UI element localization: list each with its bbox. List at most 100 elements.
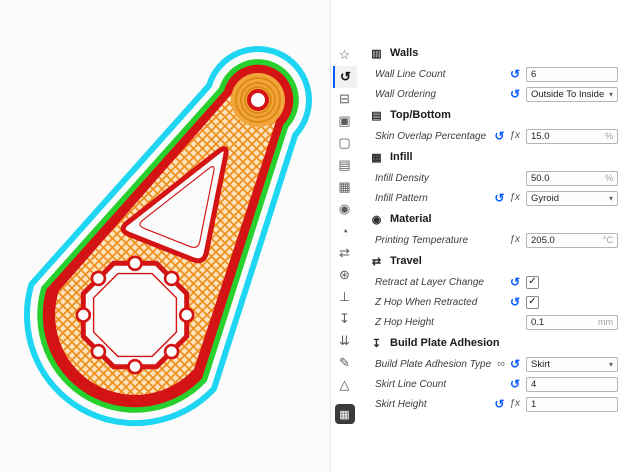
view-toggle-icon[interactable]: ▦ [335,404,355,424]
revert-arrow-icon[interactable]: ↺ [510,358,520,370]
favorites-star-icon[interactable]: ☆ [333,44,357,66]
sliced-model-preview[interactable] [0,0,330,472]
checkbox-z-hop-when-retracted[interactable]: ✓ [526,296,539,309]
unit-label: % [602,173,613,183]
setting-row-infill-density: Infill Density50.0% [358,168,628,188]
value-field-skirt-height[interactable]: 1 [526,397,618,412]
section-header-infill[interactable]: ▦ Infill [358,146,628,168]
formula-fx-icon[interactable]: ƒx [509,399,520,409]
dropdown-build-plate-adhesion-type[interactable]: Skirt▾ [526,357,618,372]
infill-category-icon[interactable]: ▦ [333,176,357,198]
dropdown-wall-ordering[interactable]: Outside To Inside▾ [526,87,618,102]
machine-icon[interactable]: ⊟ [333,88,357,110]
setting-row-z-hop-height: Z Hop Height 0.1 mm [358,312,628,332]
material-icon: ◉ [370,213,383,226]
support-icon[interactable]: ⊥ [333,286,357,308]
travel-icon: ⇄ [370,255,383,268]
setting-label: Wall Line Count [375,69,510,80]
setting-row-infill-pattern: Infill Pattern↺ ƒx Gyroid ▾ [358,188,628,208]
undo-icon[interactable]: ↺ [333,66,357,88]
3d-viewport[interactable] [0,0,330,472]
section-header-top-bottom[interactable]: ▤ Top/Bottom [358,104,628,126]
selected-option: Outside To Inside [531,89,604,100]
setting-label: Printing Temperature [375,235,509,246]
value-text: 205.0 [531,235,555,246]
setting-label: Build Plate Adhesion Type [375,359,497,370]
adhesion-category-icon[interactable]: ↧ [333,308,357,330]
setting-label: Skirt Height [375,399,494,410]
setting-label: Z Hop Height [375,317,518,328]
revert-arrow-icon[interactable]: ↺ [510,68,520,80]
formula-fx-icon[interactable]: ƒx [509,193,520,203]
value-text: 15.0 [531,131,550,142]
section-title: Top/Bottom [390,109,451,121]
section-title: Build Plate Adhesion [390,337,500,349]
build-plate-adhesion-icon: ↧ [370,337,383,350]
experimental-icon[interactable]: △ [333,374,357,396]
section-header-travel[interactable]: ⇄ Travel [358,250,628,272]
value-text: 1 [531,399,536,410]
setting-row-wall-line-count: Wall Line Count↺ 6 [358,64,628,84]
dropdown-infill-pattern[interactable]: Gyroid ▾ [526,191,618,206]
dual-extrusion-icon[interactable]: ⇊ [333,330,357,352]
section-title: Material [390,213,432,225]
setting-label: Infill Pattern [375,193,494,204]
setting-label: Skin Overlap Percentage [375,131,494,142]
value-field-infill-density[interactable]: 50.0% [526,171,618,186]
setting-row-build-plate-adhesion-type: Build Plate Adhesion Type∞ ↺ Skirt▾ [358,354,628,374]
chevron-down-icon: ▾ [609,194,613,203]
walls-category-icon[interactable]: ▢ [333,132,357,154]
top-bottom-category-icon[interactable]: ▤ [333,154,357,176]
cooling-icon[interactable]: ⊛ [333,264,357,286]
value-field-z-hop-height[interactable]: 0.1 mm [526,315,618,330]
walls-icon: ▥ [370,47,383,60]
revert-arrow-icon[interactable]: ↺ [510,88,520,100]
formula-fx-icon[interactable]: ƒx [509,235,520,245]
section-title: Walls [390,47,418,59]
selected-option: Skirt [531,359,550,370]
quality-icon[interactable]: ▣ [333,110,357,132]
unit-label: % [602,131,613,141]
unit-label: mm [595,317,613,327]
setting-row-printing-temperature: Printing Temperatureƒx 205.0 °C [358,230,628,250]
revert-arrow-icon[interactable]: ↺ [510,296,520,308]
travel-category-icon[interactable]: ⇄ [333,242,357,264]
selected-option: Gyroid [531,193,559,204]
value-field-skin-overlap-percentage[interactable]: 15.0% [526,129,618,144]
setting-label: Retract at Layer Change [375,277,510,288]
revert-arrow-icon[interactable]: ↺ [494,130,504,142]
revert-arrow-icon[interactable]: ↺ [510,378,520,390]
revert-arrow-icon[interactable]: ↺ [494,398,504,410]
value-field-wall-line-count[interactable]: 6 [526,67,618,82]
material-category-icon[interactable]: ◉ [333,198,357,220]
value-text: 0.1 [531,317,544,328]
setting-row-wall-ordering: Wall Ordering↺ Outside To Inside▾ [358,84,628,104]
formula-fx-icon[interactable]: ƒx [509,131,520,141]
value-field-printing-temperature[interactable]: 205.0 °C [526,233,618,248]
section-header-walls[interactable]: ▥ Walls [358,42,628,64]
mesh-fixes-icon[interactable]: ✎ [333,352,357,374]
section-header-build-plate-adhesion[interactable]: ↧ Build Plate Adhesion [358,332,628,354]
value-text: 4 [531,379,536,390]
print-settings-panel: ▥WallsWall Line Count↺6Wall Ordering↺Out… [358,0,628,472]
revert-arrow-icon[interactable]: ↺ [510,276,520,288]
top-skin-area [231,73,285,127]
section-title: Infill [390,151,413,163]
speed-icon[interactable]: ◔ [333,220,357,242]
top-bottom-icon: ▤ [370,109,383,122]
infill-icon: ▦ [370,151,383,164]
revert-arrow-icon[interactable]: ↺ [494,192,504,204]
setting-row-retract-at-layer-change: Retract at Layer Change↺ ✓ [358,272,628,292]
setting-row-skirt-height: Skirt Height↺ ƒx 1 [358,394,628,414]
section-title: Travel [390,255,422,267]
settings-rows: ▥WallsWall Line Count↺6Wall Ordering↺Out… [358,42,628,414]
link-icon[interactable]: ∞ [497,359,505,370]
setting-label: Wall Ordering [375,89,510,100]
checkbox-retract-at-layer-change[interactable]: ✓ [526,276,539,289]
unit-label: °C [600,235,613,245]
section-header-material[interactable]: ◉ Material [358,208,628,230]
setting-row-skin-overlap-percentage: Skin Overlap Percentage↺ ƒx 15.0% [358,126,628,146]
value-field-skirt-line-count[interactable]: 4 [526,377,618,392]
cura-window: ☆↺⊟▣▢▤▦◉◔⇄⊛⊥↧⇊✎△▦ ▥WallsWall Line Count↺… [0,0,628,472]
value-text: 50.0 [531,173,550,184]
